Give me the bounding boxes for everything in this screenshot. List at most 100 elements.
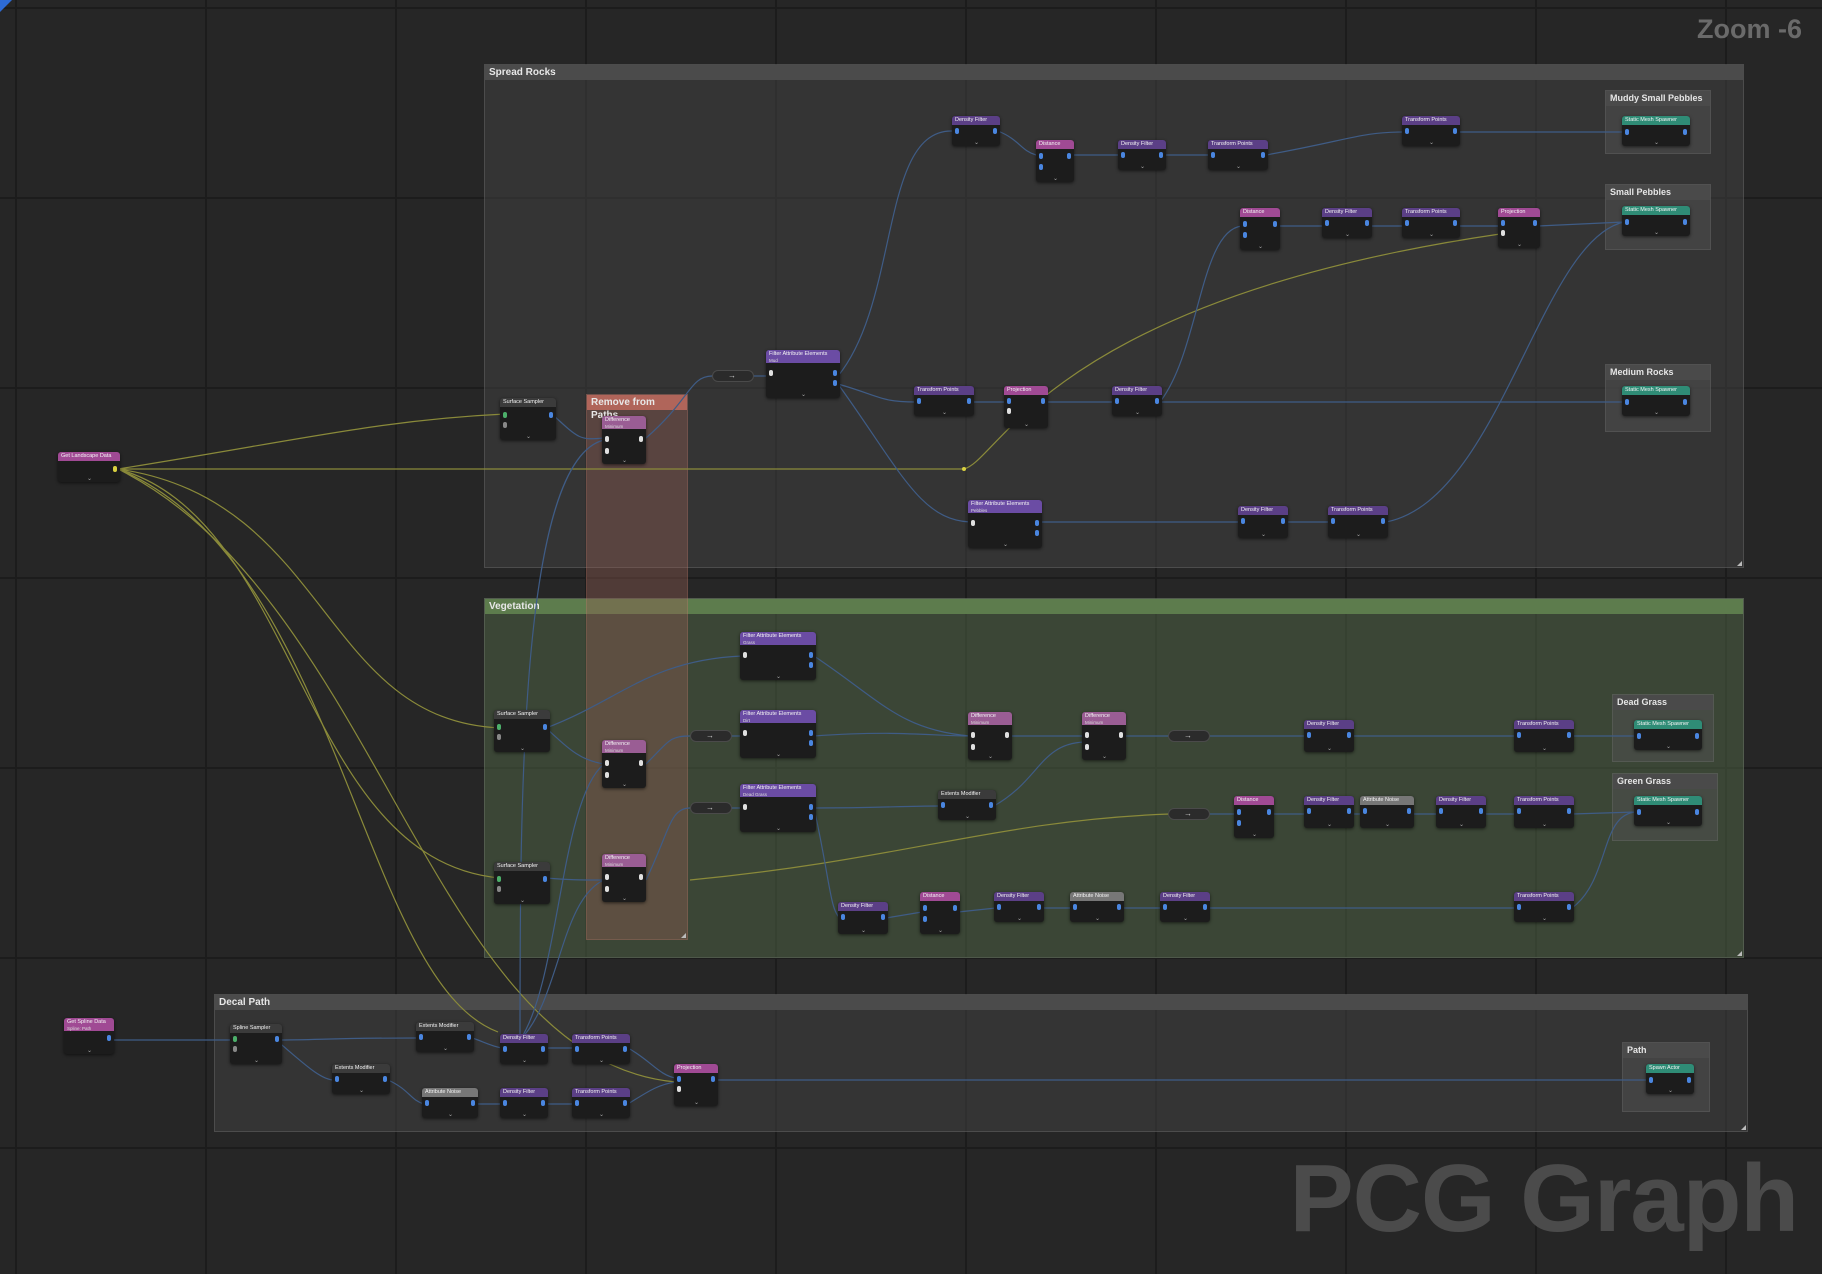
- node-get-spline-data[interactable]: Get Spline Data Spline: Path ⌄: [64, 1018, 114, 1054]
- output-pin[interactable]: [1695, 733, 1699, 739]
- output-pin[interactable]: [809, 652, 813, 658]
- chevron-down-icon[interactable]: ⌄: [622, 458, 627, 464]
- input-pin[interactable]: [997, 904, 1001, 910]
- input-pin[interactable]: [1517, 808, 1521, 814]
- output-pin[interactable]: [989, 802, 993, 808]
- output-pin[interactable]: [1035, 530, 1039, 536]
- node-density-filter[interactable]: Density Filter ⌄: [1304, 720, 1354, 752]
- node-difference[interactable]: Difference Minimum ⌄: [602, 854, 646, 902]
- output-pin[interactable]: [809, 804, 813, 810]
- node-density-filter[interactable]: Density Filter ⌄: [1160, 892, 1210, 922]
- input-pin[interactable]: [1637, 809, 1641, 815]
- node-difference[interactable]: Difference Minimum ⌄: [602, 416, 646, 464]
- input-pin[interactable]: [335, 1076, 339, 1082]
- chevron-down-icon[interactable]: ⌄: [1385, 822, 1390, 828]
- reroute-node[interactable]: →: [690, 730, 732, 742]
- input-pin[interactable]: [419, 1034, 423, 1040]
- node-transform-points[interactable]: Transform Points ⌄: [1514, 892, 1574, 922]
- node-density-filter[interactable]: Density Filter ⌄: [1112, 386, 1162, 416]
- output-pin[interactable]: [1267, 809, 1271, 815]
- input-pin[interactable]: [1085, 732, 1089, 738]
- input-pin[interactable]: [743, 804, 747, 810]
- input-pin[interactable]: [497, 886, 501, 892]
- output-pin[interactable]: [809, 662, 813, 668]
- node-density-filter[interactable]: Density Filter ⌄: [952, 116, 1000, 146]
- node-density-filter[interactable]: Density Filter ⌄: [1304, 796, 1354, 828]
- input-pin[interactable]: [941, 802, 945, 808]
- chevron-down-icon[interactable]: ⌄: [87, 1048, 92, 1054]
- input-pin[interactable]: [575, 1100, 579, 1106]
- node-spline-sampler[interactable]: Spline Sampler ⌄: [230, 1024, 282, 1064]
- input-pin[interactable]: [497, 876, 501, 882]
- output-pin[interactable]: [1567, 904, 1571, 910]
- node-density-filter[interactable]: Density Filter ⌄: [1118, 140, 1166, 170]
- node-filter-attribute-elements-dirt[interactable]: Filter Attribute Elements Dirt ⌄: [740, 710, 816, 758]
- chevron-down-icon[interactable]: ⌄: [776, 674, 781, 680]
- node-density-filter[interactable]: Density Filter ⌄: [994, 892, 1044, 922]
- output-pin[interactable]: [1687, 1077, 1691, 1083]
- input-pin[interactable]: [1039, 164, 1043, 170]
- input-pin[interactable]: [1163, 904, 1167, 910]
- input-pin[interactable]: [743, 652, 747, 658]
- input-pin[interactable]: [917, 398, 921, 404]
- input-pin[interactable]: [575, 1046, 579, 1052]
- output-pin[interactable]: [639, 760, 643, 766]
- chevron-down-icon[interactable]: ⌄: [1183, 916, 1188, 922]
- output-pin[interactable]: [1041, 398, 1045, 404]
- input-pin[interactable]: [1237, 809, 1241, 815]
- input-pin[interactable]: [503, 1100, 507, 1106]
- node-attribute-noise[interactable]: Attribute Noise ⌄: [422, 1088, 478, 1118]
- node-projection[interactable]: Projection ⌄: [674, 1064, 718, 1106]
- input-pin[interactable]: [605, 874, 609, 880]
- output-pin[interactable]: [993, 128, 997, 134]
- input-pin[interactable]: [1405, 128, 1409, 134]
- chevron-down-icon[interactable]: ⌄: [443, 1046, 448, 1052]
- input-pin[interactable]: [1625, 129, 1629, 135]
- input-pin[interactable]: [1237, 820, 1241, 826]
- chevron-down-icon[interactable]: ⌄: [1135, 410, 1140, 416]
- node-surface-sampler[interactable]: Surface Sampler ⌄: [500, 398, 556, 440]
- node-static-mesh-spawner[interactable]: Static Mesh Spawner ⌄: [1622, 386, 1690, 416]
- output-pin[interactable]: [1159, 152, 1163, 158]
- input-pin[interactable]: [955, 128, 959, 134]
- output-pin[interactable]: [1117, 904, 1121, 910]
- output-pin[interactable]: [833, 370, 837, 376]
- node-density-filter[interactable]: Density Filter ⌄: [500, 1088, 548, 1118]
- input-pin[interactable]: [769, 370, 773, 376]
- node-transform-points[interactable]: Transform Points ⌄: [572, 1034, 630, 1064]
- node-filter-attribute-elements-grass[interactable]: Filter Attribute Elements Grass ⌄: [740, 632, 816, 680]
- output-pin[interactable]: [711, 1076, 715, 1082]
- node-difference[interactable]: Difference Minimum ⌄: [602, 740, 646, 788]
- output-pin[interactable]: [1155, 398, 1159, 404]
- output-pin[interactable]: [1261, 152, 1265, 158]
- input-pin[interactable]: [1007, 398, 1011, 404]
- node-difference[interactable]: Difference Minimum ⌄: [1082, 712, 1126, 760]
- output-pin[interactable]: [967, 398, 971, 404]
- node-static-mesh-spawner[interactable]: Static Mesh Spawner ⌄: [1622, 116, 1690, 146]
- input-pin[interactable]: [497, 724, 501, 730]
- chevron-down-icon[interactable]: ⌄: [599, 1058, 604, 1064]
- chevron-down-icon[interactable]: ⌄: [1327, 822, 1332, 828]
- node-extents-modifier[interactable]: Extents Modifier ⌄: [938, 790, 996, 820]
- input-pin[interactable]: [1121, 152, 1125, 158]
- output-pin[interactable]: [541, 1046, 545, 1052]
- output-pin[interactable]: [1119, 732, 1123, 738]
- node-density-filter[interactable]: Density Filter ⌄: [1322, 208, 1372, 238]
- chevron-down-icon[interactable]: ⌄: [1668, 1088, 1673, 1094]
- input-pin[interactable]: [923, 916, 927, 922]
- input-pin[interactable]: [605, 772, 609, 778]
- output-pin[interactable]: [275, 1036, 279, 1042]
- output-pin[interactable]: [1281, 518, 1285, 524]
- node-density-filter[interactable]: Density Filter ⌄: [1436, 796, 1486, 828]
- input-pin[interactable]: [1085, 744, 1089, 750]
- input-pin[interactable]: [841, 914, 845, 920]
- output-pin[interactable]: [1407, 808, 1411, 814]
- node-transform-points[interactable]: Transform Points ⌄: [1208, 140, 1268, 170]
- node-attribute-noise[interactable]: Attribute Noise ⌄: [1360, 796, 1414, 828]
- chevron-down-icon[interactable]: ⌄: [1517, 242, 1522, 248]
- chevron-down-icon[interactable]: ⌄: [1252, 832, 1257, 838]
- input-pin[interactable]: [497, 734, 501, 740]
- chevron-down-icon[interactable]: ⌄: [254, 1058, 259, 1064]
- chevron-down-icon[interactable]: ⌄: [520, 898, 525, 904]
- chevron-down-icon[interactable]: ⌄: [87, 476, 92, 482]
